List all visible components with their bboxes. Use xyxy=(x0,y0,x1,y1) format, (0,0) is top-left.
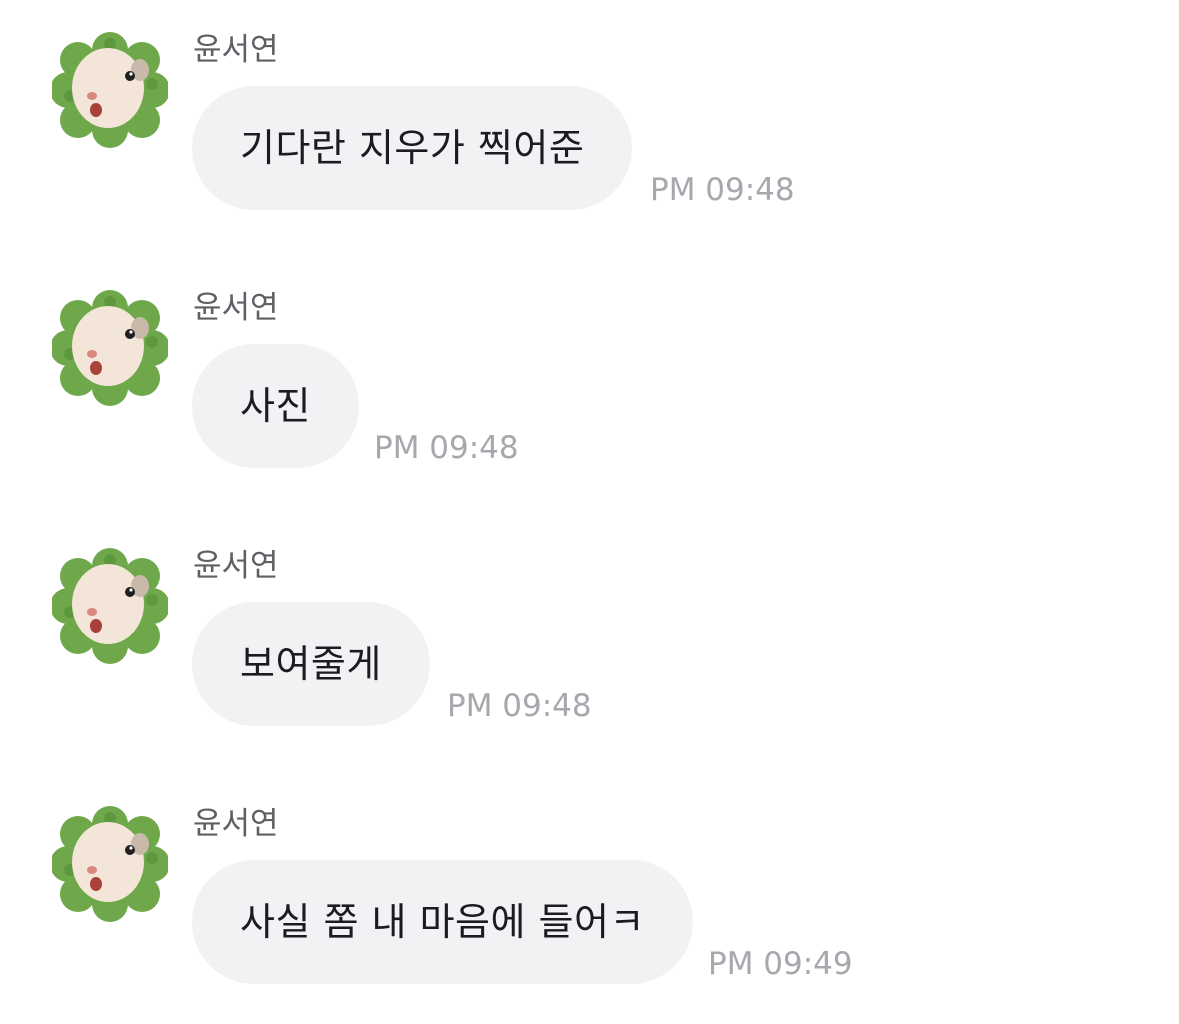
message-timestamp: PM 09:49 xyxy=(708,946,853,982)
message-text: 사실 쫌 내 마음에 들어ㅋ xyxy=(240,900,645,944)
message-text: 기다란 지우가 찍어준 xyxy=(240,126,585,170)
message-bubble[interactable]: 보여줄게 xyxy=(192,602,430,726)
hamster-avatar-icon[interactable] xyxy=(52,32,168,148)
message-bubble[interactable]: 사진 xyxy=(192,344,359,468)
message-timestamp: PM 09:48 xyxy=(374,430,519,466)
message-timestamp: PM 09:48 xyxy=(650,172,795,208)
message-text: 사진 xyxy=(240,384,311,428)
chat-message[interactable]: 윤서연 보여줄게 PM 09:48 xyxy=(0,516,1179,726)
chat-message[interactable]: 윤서연 사진 PM 09:48 xyxy=(0,258,1179,468)
chat-message[interactable]: 윤서연 사실 쫌 내 마음에 들어ㅋ PM 09:49 xyxy=(0,774,1179,984)
sender-name: 윤서연 xyxy=(193,32,279,68)
chat-message[interactable]: 윤서연 기다란 지우가 찍어준 PM 09:48 xyxy=(0,0,1179,210)
message-bubble[interactable]: 기다란 지우가 찍어준 xyxy=(192,86,633,210)
hamster-avatar-icon[interactable] xyxy=(52,548,168,664)
message-text: 보여줄게 xyxy=(240,642,382,686)
message-bubble[interactable]: 사실 쫌 내 마음에 들어ㅋ xyxy=(192,860,693,984)
hamster-avatar-icon[interactable] xyxy=(52,290,168,406)
message-timestamp: PM 09:48 xyxy=(447,688,592,724)
sender-name: 윤서연 xyxy=(193,548,279,584)
sender-name: 윤서연 xyxy=(193,806,279,842)
hamster-avatar-icon[interactable] xyxy=(52,806,168,922)
sender-name: 윤서연 xyxy=(193,290,279,326)
